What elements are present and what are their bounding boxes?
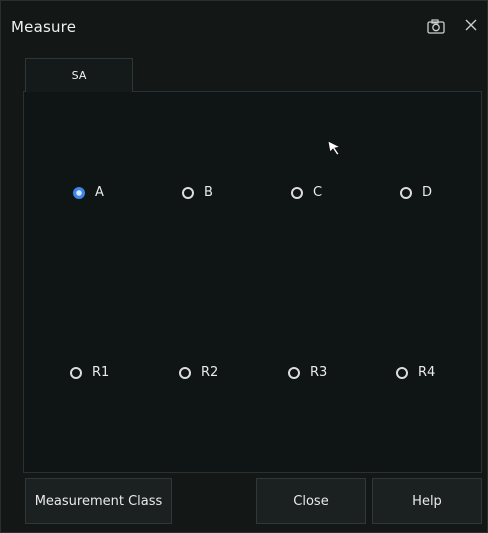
radio-r3[interactable]: R3: [288, 365, 327, 380]
radio-r4[interactable]: R4: [396, 365, 435, 380]
radio-d[interactable]: D: [400, 185, 432, 200]
radio-a-indicator: [73, 186, 85, 199]
measurement-class-button[interactable]: Measurement Class: [25, 478, 172, 524]
dialog-title: Measure: [11, 18, 77, 36]
tab-sa[interactable]: SA: [25, 58, 133, 92]
radio-r2-label: R2: [201, 365, 219, 380]
tab-panel: [23, 91, 482, 473]
close-button[interactable]: Close: [256, 478, 366, 524]
radio-c-label: C: [313, 185, 323, 200]
radio-r3-label: R3: [310, 365, 328, 380]
mouse-pointer-icon: [326, 139, 344, 157]
radio-b-indicator: [182, 186, 194, 199]
camera-icon[interactable]: [425, 18, 447, 36]
close-icon[interactable]: [463, 17, 479, 33]
radio-a[interactable]: A: [73, 185, 104, 200]
help-button[interactable]: Help: [372, 478, 482, 524]
radio-r2[interactable]: R2: [179, 365, 218, 380]
radio-r4-indicator: [396, 366, 408, 379]
radio-r2-indicator: [179, 366, 191, 379]
radio-r1[interactable]: R1: [70, 365, 109, 380]
radio-b[interactable]: B: [182, 185, 213, 200]
measure-dialog: Measure SA A B C D R1 R2 R3 R4 Measureme…: [0, 0, 488, 533]
title-bar: Measure: [1, 1, 487, 51]
radio-r1-label: R1: [92, 365, 110, 380]
radio-b-label: B: [204, 185, 213, 200]
radio-c[interactable]: C: [291, 185, 322, 200]
radio-a-label: A: [95, 185, 104, 200]
radio-r4-label: R4: [418, 365, 436, 380]
radio-r1-indicator: [70, 366, 82, 379]
radio-r3-indicator: [288, 366, 300, 379]
radio-d-label: D: [422, 185, 433, 200]
radio-d-indicator: [400, 186, 412, 199]
radio-c-indicator: [291, 186, 303, 199]
